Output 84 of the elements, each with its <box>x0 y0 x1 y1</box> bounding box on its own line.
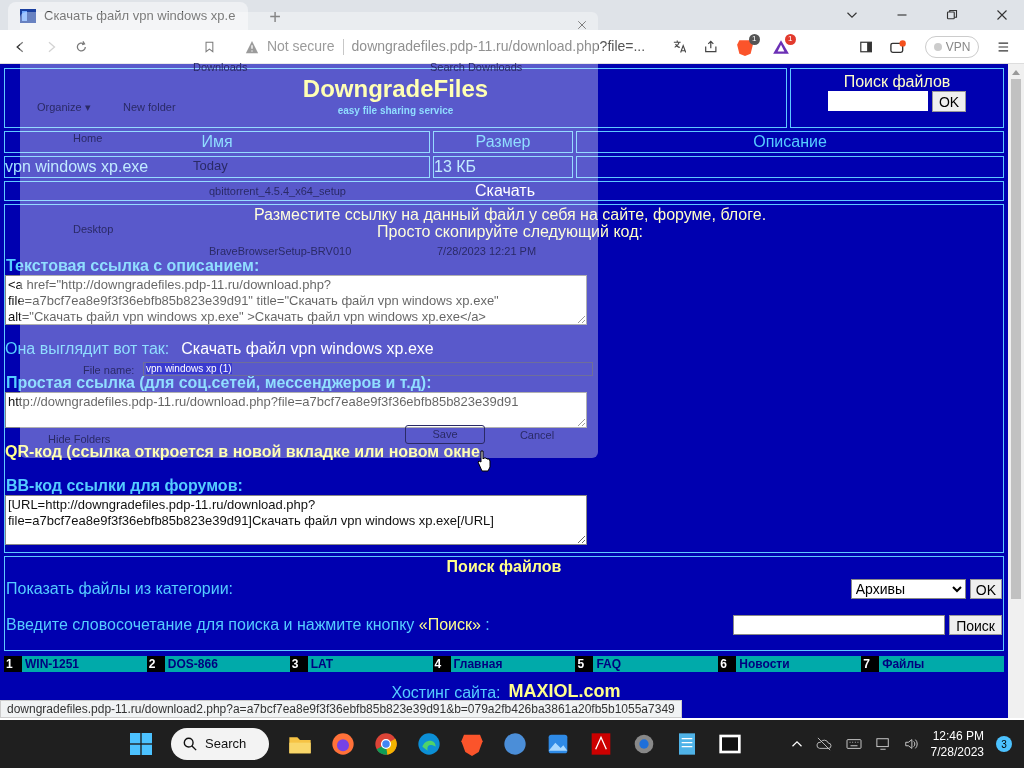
lion-icon[interactable] <box>460 732 484 756</box>
code-box[interactable]: [URL=http://downgradefiles.pdp-11.ru/download.php?file=a7bcf7ea8e9f3f36ebfb85b823e39d91]Скачать файл vpn windows xp.exe[/URL] <box>5 495 587 545</box>
notification-badge: 1 <box>784 33 796 45</box>
menu-icon[interactable] <box>997 39 1010 54</box>
search-box[interactable]: Search <box>171 728 269 760</box>
restore-icon[interactable] <box>946 9 958 21</box>
item-number: 3 <box>289 656 308 672</box>
notification-badge[interactable]: 3 <box>996 736 1012 752</box>
chrome-icon[interactable] <box>374 732 398 756</box>
date-cell-text: 7/28/2023 12:21 PM <box>437 244 537 259</box>
lion-shield-icon[interactable] <box>735 37 754 56</box>
url-text: downgradefiles.pdp-11.ru/download.php?file=... <box>351 37 646 56</box>
start-icon[interactable] <box>130 733 152 755</box>
translate-icon[interactable] <box>672 39 687 54</box>
item-number: 4 <box>432 656 451 672</box>
notification-badge: 1 <box>748 33 760 45</box>
instruction-text: Просто скопируйте следующий код: <box>377 223 643 240</box>
photo-icon[interactable] <box>546 732 570 756</box>
page-icon <box>20 9 36 23</box>
share-icon[interactable] <box>704 39 718 54</box>
file-name-field[interactable]: vpn windows xp (1) <box>143 362 593 376</box>
nav-link[interactable]: Новости <box>736 655 790 673</box>
search-title: Поиск файлов <box>843 73 951 91</box>
column-header: Размер <box>475 132 531 152</box>
ok-button[interactable]: OK <box>931 91 967 112</box>
item-number: 7 <box>861 656 880 672</box>
field-label: File name: <box>83 363 135 378</box>
instruction-text: Разместите ссылку на данный файл у себя на сайте, форуме, блоге. <box>253 206 767 223</box>
hosting-label: Хостинг сайта: <box>391 683 501 703</box>
category-label: Показать файлы из категории: <box>6 579 233 599</box>
nav-link[interactable]: DOS-866 <box>164 655 218 673</box>
preview-label: Она выглядит вот так: <box>5 339 170 359</box>
gear-icon[interactable] <box>632 732 656 756</box>
code-box[interactable]: <a href="http://downgradefiles.pdp-11.ru/download.php?file=a7bcf7ea8e9f3f36ebfb85b823e39d91" title="Скачать файл vpn windows xp.exe" alt="Скачать файл vpn windows xp.exe" >Скачать файл vpn windows xp.exe</a> <box>5 275 587 325</box>
cloud-off-icon[interactable] <box>814 737 833 751</box>
item-number: 5 <box>575 656 594 672</box>
nav-link[interactable]: LAT <box>307 655 334 673</box>
status-url-tooltip: downgradefiles.pdp-11.ru/download2.php?a=a7bcf7ea8e9f3f36ebfb85b823e39d91&b=079a2fb426ba3861a20fb5b1055a7349 <box>0 700 682 718</box>
ok-button[interactable]: OK <box>969 579 1002 599</box>
group-header: Today <box>193 157 228 175</box>
item-number: 1 <box>4 656 22 672</box>
wave-icon[interactable] <box>417 732 441 756</box>
fox-icon[interactable] <box>331 732 355 756</box>
search-icon <box>183 737 197 751</box>
table-cell-text: 13 КБ <box>434 157 477 177</box>
item-number: 2 <box>146 656 165 672</box>
address-bar[interactable]: Not secure downgradefiles.pdp-11.ru/download.php?file=... <box>232 32 661 61</box>
section-label: BB-код ссылки для форумов: <box>5 476 244 495</box>
qr-code-link[interactable]: QR-код (ссылка откроется в новой вкладке или новом окне <box>5 442 480 461</box>
section-title: Поиск файлов <box>446 557 562 577</box>
download-link[interactable]: Скачать <box>475 179 535 203</box>
column-header: Имя <box>201 132 233 152</box>
sidebar-icon[interactable] <box>859 39 873 54</box>
search-field[interactable] <box>827 91 928 111</box>
reload-icon[interactable] <box>75 39 88 54</box>
speaker-icon[interactable] <box>902 737 919 751</box>
monitor-icon[interactable] <box>874 737 891 751</box>
browser-tab[interactable]: Скачать файл vpn windows xp.e <box>8 2 248 30</box>
wallet-icon[interactable] <box>890 38 907 55</box>
warning-icon <box>244 39 259 54</box>
nav-link[interactable]: Файлы <box>879 655 925 673</box>
keyboard-icon[interactable] <box>844 737 863 751</box>
search-button[interactable]: Поиск <box>949 615 1002 635</box>
document-icon[interactable] <box>589 732 613 756</box>
bookmark-icon[interactable] <box>204 39 215 54</box>
column-header: Описание <box>753 132 827 152</box>
table-cell-text: vpn windows xp.exe <box>5 157 149 177</box>
code-box[interactable]: http://downgradefiles.pdp-11.ru/download.php?file=a7bcf7ea8e9f3f36ebfb85b823e39d91 <box>5 392 587 428</box>
archive-icon[interactable] <box>718 732 742 756</box>
nav-link[interactable]: FAQ <box>593 655 622 673</box>
security-label: Not secure <box>266 37 335 56</box>
item-number: 6 <box>718 656 737 672</box>
site-logo: DowngradeFiles <box>302 75 489 103</box>
close-icon[interactable] <box>996 9 1008 21</box>
search-instruction: Введите словосочетание для поиска и нажмите кнопку «Поиск» : <box>6 615 490 635</box>
category-dropdown[interactable]: Архивы <box>850 579 966 599</box>
search-field[interactable] <box>733 615 946 635</box>
clock[interactable]: 12:46 PM 7/28/2023 <box>930 728 984 760</box>
site-tagline: easy file sharing service <box>337 104 454 118</box>
nav-link[interactable]: WIN-1251 <box>22 655 80 673</box>
file-link[interactable]: Скачать файл vpn windows xp.exe <box>181 337 434 361</box>
new-tab-button[interactable]: + <box>260 2 290 30</box>
nav-link[interactable]: Главная <box>450 655 503 673</box>
qb-icon[interactable] <box>503 732 527 756</box>
